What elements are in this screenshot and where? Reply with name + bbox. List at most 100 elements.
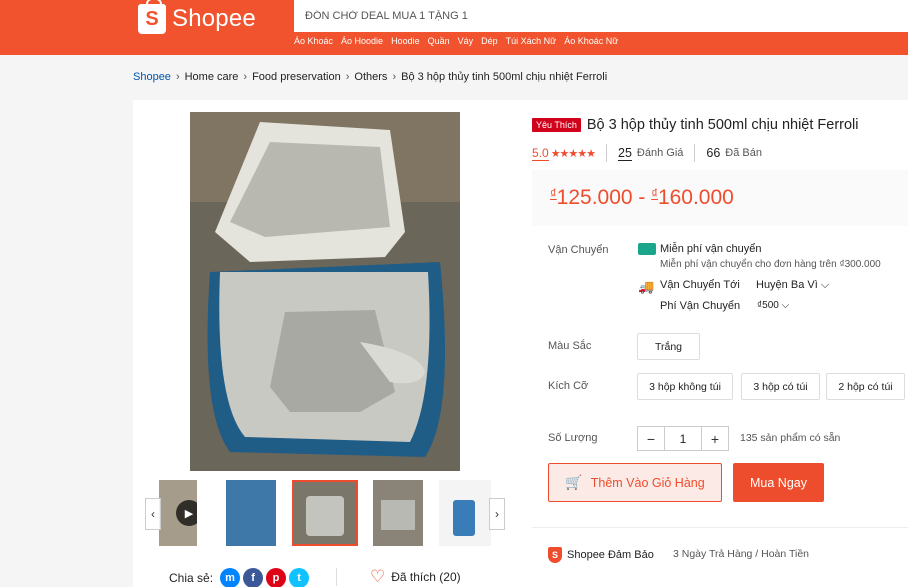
play-icon: ▶ — [176, 500, 197, 526]
shipping-fee-dropdown[interactable]: ₫500 ⌵ — [757, 300, 789, 311]
guarantee-desc: 3 Ngày Trả Hàng / Hoàn Tiền — [673, 548, 809, 560]
thumbnail-image[interactable] — [373, 480, 423, 546]
thumbnail-video[interactable]: ▶ — [159, 480, 197, 546]
sold-label: Đã Bán — [725, 147, 762, 159]
title-row: Yêu Thích Bộ 3 hộp thủy tinh 500ml chịu … — [532, 117, 859, 133]
ship-to-label: Vận Chuyển Tới — [660, 279, 740, 291]
free-shipping-title: Miễn phí vận chuyển — [660, 243, 762, 255]
hot-keyword-link[interactable]: Áo Hoodie — [341, 36, 383, 46]
shopee-bag-icon: S — [138, 0, 166, 34]
free-shipping-icon — [638, 243, 656, 255]
thumbnail-image[interactable] — [226, 480, 276, 546]
option-label: 3 hộp có túi — [753, 380, 808, 393]
color-option-white[interactable]: Trắng — [637, 333, 700, 360]
messenger-icon[interactable]: m — [220, 568, 241, 587]
chevron-down-icon: ⌵ — [781, 300, 790, 311]
chevron-left-icon[interactable]: ‹ — [145, 498, 161, 530]
divider — [606, 144, 607, 162]
color-label: Màu Sắc — [548, 340, 592, 352]
product-main-image[interactable] — [190, 112, 460, 471]
divider — [532, 527, 908, 528]
chevron-right-icon[interactable]: › — [489, 498, 505, 530]
price-min: 125.000 — [556, 186, 633, 209]
hot-keyword-link[interactable]: Quần — [428, 36, 450, 46]
breadcrumb-item-home-care[interactable]: Home care — [185, 71, 239, 83]
ship-to-value: Huyện Ba Vì — [756, 279, 818, 291]
breadcrumb-item-current: Bộ 3 hộp thủy tinh 500ml chịu nhiệt Ferr… — [401, 71, 608, 83]
like-count: Đã thích (20) — [391, 569, 461, 584]
guarantee-title: Shopee Đảm Bảo — [567, 549, 654, 561]
breadcrumb: Shopee › Home care › Food preservation ›… — [133, 71, 607, 83]
pinterest-icon[interactable]: p — [266, 568, 287, 587]
size-option-3-no-bag[interactable]: 3 hộp không túi — [637, 373, 733, 400]
size-option-2-with-bag[interactable]: 2 hộp có túi — [826, 373, 905, 400]
ship-to-dropdown[interactable]: Huyện Ba Vì ⌵ — [756, 279, 829, 292]
hot-keyword-link[interactable]: Túi Xách Nữ — [506, 36, 557, 46]
stock-text: 135 sản phẩm có sẵn — [740, 432, 841, 444]
chevron-right-icon: › — [243, 71, 248, 83]
add-to-cart-label: Thêm Vào Giỏ Hàng — [590, 475, 705, 490]
buy-now-label: Mua Ngay — [750, 475, 807, 490]
cooler-bag-illustration — [190, 112, 460, 471]
shopee-logo[interactable]: S Shopee — [138, 0, 256, 38]
chevron-down-icon: ⌵ — [820, 279, 830, 291]
rating-value[interactable]: 5.0 — [532, 146, 549, 161]
option-label: 3 hộp không túi — [649, 380, 721, 393]
price-separator: - — [632, 186, 652, 209]
breadcrumb-item-shopee[interactable]: Shopee — [133, 71, 171, 83]
size-label: Kích Cỡ — [548, 380, 589, 392]
hot-keyword-link[interactable]: Dép — [481, 36, 498, 46]
size-option-3-with-bag[interactable]: 3 hộp có túi — [741, 373, 820, 400]
search-bar — [294, 0, 908, 32]
divider — [694, 144, 696, 162]
chevron-right-icon: › — [345, 71, 350, 83]
hot-keywords: Áo Khoác Áo Hoodie Hoodie Quần Váy Dép T… — [294, 36, 618, 46]
buy-now-button[interactable]: Mua Ngay — [733, 463, 824, 502]
chevron-right-icon: › — [392, 71, 397, 83]
share-row: Chia sẻ: m f p t — [169, 568, 310, 587]
price-max: 160.000 — [657, 186, 734, 209]
star-rating-icon: ★★★★★ — [550, 147, 596, 160]
add-to-cart-button[interactable]: 🛒 Thêm Vào Giỏ Hàng — [548, 463, 722, 502]
breadcrumb-item-others[interactable]: Others — [354, 71, 387, 83]
breadcrumb-item-food-preservation[interactable]: Food preservation — [252, 71, 341, 83]
logo-letter: S — [145, 7, 159, 30]
quantity-input[interactable]: 1 — [664, 427, 702, 450]
facebook-icon[interactable]: f — [243, 568, 264, 587]
cart-icon: 🛒 — [565, 474, 583, 490]
like-button[interactable]: ♡ Đã thích (20) — [370, 568, 461, 585]
shipping-fee-value: ₫500 — [757, 300, 779, 311]
favorite-badge: Yêu Thích — [532, 118, 581, 132]
thumbnail-image[interactable] — [439, 480, 491, 546]
option-label: 2 hộp có túi — [838, 380, 893, 393]
quantity-label: Số Lượng — [548, 432, 598, 444]
reviews-label: Đánh Giá — [636, 147, 684, 159]
price-range: ₫125.000 - ₫160.000 — [550, 186, 734, 210]
search-input[interactable] — [295, 1, 907, 31]
divider — [336, 568, 337, 586]
share-label: Chia sẻ: — [169, 571, 214, 585]
increase-button[interactable]: + — [702, 427, 728, 450]
top-header: S Shopee Áo Khoác Áo Hoodie Hoodie Quần … — [0, 0, 908, 55]
logo-text: Shopee — [172, 5, 256, 32]
thumbnail-image-active[interactable] — [292, 480, 358, 546]
hot-keyword-link[interactable]: Áo Khoác Nữ — [564, 36, 618, 46]
heart-icon: ♡ — [370, 567, 386, 586]
reviews-count[interactable]: 25 — [618, 146, 632, 161]
price-box: ₫125.000 - ₫160.000 — [532, 170, 908, 226]
currency-symbol: ₫ — [550, 186, 557, 201]
hot-keyword-link[interactable]: Váy — [458, 36, 474, 46]
thumbnail-strip: ▶ ‹ › — [145, 480, 505, 546]
rating-row: 5.0 ★★★★★ 25 Đánh Giá 66 Đã Bán — [532, 144, 762, 162]
twitter-icon[interactable]: t — [289, 568, 310, 587]
currency-symbol: ₫ — [651, 186, 658, 201]
decrease-button[interactable]: − — [638, 427, 664, 450]
shipping-label: Vận Chuyển — [548, 244, 609, 256]
chevron-right-icon: › — [175, 71, 180, 83]
sold-count: 66 — [706, 146, 721, 160]
truck-icon: 🚚 — [638, 279, 655, 294]
hot-keyword-link[interactable]: Hoodie — [391, 36, 420, 46]
shopee-guarantee: S Shopee Đảm Bảo — [548, 547, 654, 563]
hot-keyword-link[interactable]: Áo Khoác — [294, 36, 333, 46]
shield-icon: S — [548, 547, 562, 563]
